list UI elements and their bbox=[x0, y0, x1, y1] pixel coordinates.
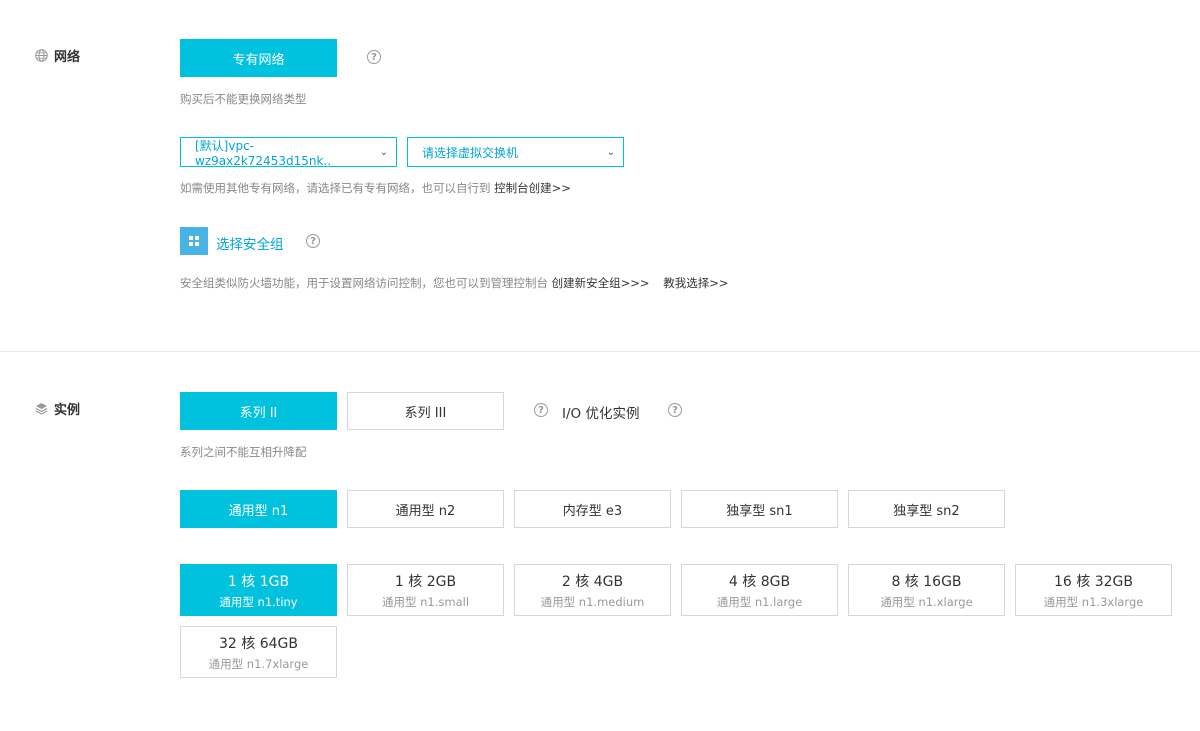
chevron-down-icon: ⌄ bbox=[379, 146, 388, 158]
spec-title: 16 核 32GB bbox=[1054, 573, 1133, 590]
network-section-label: 网络 bbox=[35, 46, 80, 65]
spec-n1-xlarge-card[interactable]: 8 核 16GB 通用型 n1.xlarge bbox=[848, 564, 1005, 616]
create-security-group-link[interactable]: 创建新安全组>>> bbox=[552, 276, 650, 290]
instance-section-title: 实例 bbox=[54, 403, 81, 418]
spec-title: 2 核 4GB bbox=[561, 573, 624, 590]
vpc-network-type-button[interactable]: 专有网络 bbox=[180, 39, 337, 77]
spec-title: 1 核 2GB bbox=[394, 573, 457, 590]
vpc-hint: 如需使用其他专有网络，请选择已有专有网络，也可以自行到 控制台创建>> bbox=[180, 180, 571, 196]
series-iii-button[interactable]: 系列 III bbox=[347, 392, 504, 430]
series-ii-button[interactable]: 系列 II bbox=[180, 392, 337, 430]
vpc-select-value: [默认]vpc-wz9ax2k72453d15nk.. bbox=[195, 138, 332, 168]
layers-icon bbox=[35, 402, 48, 415]
spec-title: 8 核 16GB bbox=[891, 573, 962, 590]
question-circle-icon[interactable]: ? bbox=[668, 403, 682, 417]
question-circle-icon[interactable]: ? bbox=[306, 234, 320, 248]
vpc-hint-text: 如需使用其他专有网络，请选择已有专有网络，也可以自行到 bbox=[180, 181, 491, 195]
spec-subtitle: 通用型 n1.small bbox=[381, 594, 470, 609]
chevron-down-icon: ⌄ bbox=[606, 146, 615, 158]
spec-subtitle: 通用型 n1.tiny bbox=[219, 594, 298, 609]
spec-subtitle: 通用型 n1.medium bbox=[540, 594, 645, 609]
spec-title: 1 核 1GB bbox=[227, 573, 290, 590]
console-create-link[interactable]: 控制台创建>> bbox=[494, 181, 571, 195]
grid-icon[interactable] bbox=[180, 227, 208, 255]
vswitch-select[interactable]: 请选择虚拟交换机 ⌄ bbox=[407, 137, 624, 167]
spec-n1-large-card[interactable]: 4 核 8GB 通用型 n1.large bbox=[681, 564, 838, 616]
spec-title: 32 核 64GB bbox=[219, 635, 298, 652]
vswitch-select-placeholder: 请选择虚拟交换机 bbox=[422, 145, 519, 160]
io-optimized-label: I/O 优化实例 bbox=[562, 406, 640, 422]
series-hint: 系列之间不能互相升降配 bbox=[180, 445, 307, 459]
spec-subtitle: 通用型 n1.xlarge bbox=[880, 594, 973, 609]
family-sn2-button[interactable]: 独享型 sn2 bbox=[848, 490, 1005, 528]
family-n2-button[interactable]: 通用型 n2 bbox=[347, 490, 504, 528]
security-group-hint-text: 安全组类似防火墙功能，用于设置网络访问控制，您也可以到管理控制台 bbox=[180, 276, 548, 290]
globe-icon bbox=[35, 49, 48, 62]
instance-section-label: 实例 bbox=[35, 399, 80, 418]
spec-n1-medium-card[interactable]: 2 核 4GB 通用型 n1.medium bbox=[514, 564, 671, 616]
network-type-hint: 购买后不能更换网络类型 bbox=[180, 92, 307, 106]
question-circle-icon[interactable]: ? bbox=[367, 50, 381, 64]
family-n1-button[interactable]: 通用型 n1 bbox=[180, 490, 337, 528]
spec-subtitle: 通用型 n1.large bbox=[716, 594, 803, 609]
select-security-group-link[interactable]: 选择安全组 bbox=[216, 233, 284, 253]
spec-title: 4 核 8GB bbox=[728, 573, 791, 590]
family-e3-button[interactable]: 内存型 e3 bbox=[514, 490, 671, 528]
teach-me-choose-link[interactable]: 教我选择>> bbox=[663, 276, 728, 290]
vpc-select[interactable]: [默认]vpc-wz9ax2k72453d15nk.. ⌄ bbox=[180, 137, 397, 168]
spec-n1-3xlarge-card[interactable]: 16 核 32GB 通用型 n1.3xlarge bbox=[1015, 564, 1172, 616]
spec-subtitle: 通用型 n1.3xlarge bbox=[1043, 594, 1144, 609]
question-circle-icon[interactable]: ? bbox=[534, 403, 548, 417]
family-sn1-button[interactable]: 独享型 sn1 bbox=[681, 490, 838, 528]
spec-subtitle: 通用型 n1.7xlarge bbox=[208, 656, 309, 671]
section-divider bbox=[0, 351, 1200, 352]
spec-n1-tiny-card[interactable]: 1 核 1GB 通用型 n1.tiny bbox=[180, 564, 337, 616]
security-group-hint: 安全组类似防火墙功能，用于设置网络访问控制，您也可以到管理控制台 创建新安全组>… bbox=[180, 275, 729, 291]
spec-n1-small-card[interactable]: 1 核 2GB 通用型 n1.small bbox=[347, 564, 504, 616]
network-section-title: 网络 bbox=[54, 50, 81, 65]
spec-n1-7xlarge-card[interactable]: 32 核 64GB 通用型 n1.7xlarge bbox=[180, 626, 337, 678]
